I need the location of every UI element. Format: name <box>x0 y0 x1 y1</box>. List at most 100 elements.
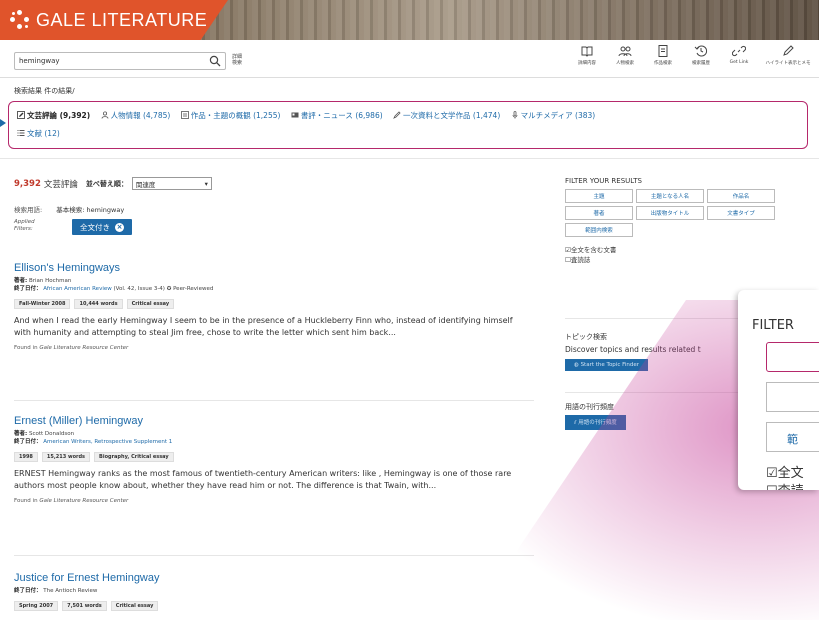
search-input[interactable] <box>15 53 205 69</box>
tool-work-search[interactable]: 作品検索 <box>649 44 677 66</box>
sort-value: 関連度 <box>135 180 156 189</box>
sort-select[interactable]: 関連度 ▾ <box>131 177 212 190</box>
results-count-line: 9,392 文芸評論 並べ替え順： 関連度 ▾ <box>14 177 212 190</box>
filter-buttons: 主題 主題となる人名 作品名 著者 出版物タイトル 文書タイプ 範囲内検索 <box>565 189 819 237</box>
filter-person-button[interactable]: 主題となる人名 <box>636 189 704 203</box>
result-tag: 7,501 words <box>62 601 107 611</box>
result-found-in: Found in Gale Literature Resource Center <box>14 345 129 351</box>
zoom-title: FILTER <box>752 318 794 333</box>
filter-doctype-button[interactable]: 文書タイプ <box>707 206 775 220</box>
peer-reviewed-checkbox[interactable]: ☐査読誌 <box>565 255 819 265</box>
gale-logo-icon <box>10 10 30 30</box>
filter-subject-button[interactable]: 主題 <box>565 189 633 203</box>
filter-panel-title: FILTER YOUR RESULTS <box>565 177 642 185</box>
content-type-overview[interactable]: 作品・主題の概観 (1,255) <box>180 107 280 125</box>
term-frequency-button[interactable]: ⫽ 用語の刊行頻度 <box>565 415 626 430</box>
content-type-multimedia[interactable]: マルチメディア (383) <box>511 107 595 125</box>
tool-label: Get Link <box>729 60 749 65</box>
search-icon[interactable] <box>209 55 221 67</box>
tool-search-history[interactable]: 検索履歴 <box>687 44 715 66</box>
search-box <box>14 52 226 70</box>
result-author: Brian Hochman <box>28 278 72 284</box>
result-meta: 著者: Scott Donaldson 終了日付： American Write… <box>14 431 173 445</box>
quill-icon <box>393 111 401 119</box>
zoom-peer-check[interactable]: ☐査読 <box>766 480 804 490</box>
tool-label: 詳細内容 <box>578 61 596 66</box>
result-tags: Spring 2007 7,501 words Critical essay <box>14 601 534 611</box>
tool-label: ハイライト表示とメモ <box>765 61 811 66</box>
result-meta: 終了日付： The Antioch Review <box>14 588 98 594</box>
filter-publication-button[interactable]: 出版物タイトル <box>636 206 704 220</box>
result-tags: 1998 15,213 words Biography, Critical es… <box>14 452 534 462</box>
result-tag: Critical essay <box>126 299 175 309</box>
filter-within-search-button[interactable]: 範囲内検索 <box>565 223 633 237</box>
result-tag: 10,444 words <box>74 299 123 309</box>
caret-down-icon: ▾ <box>204 179 208 188</box>
peer-reviewed-label: Peer-Reviewed <box>173 286 214 292</box>
advanced-search-link[interactable]: 詳細検索 <box>232 54 246 66</box>
result-source[interactable]: The Antioch Review <box>43 588 97 594</box>
result-item: Ernest (Miller) Hemingway 著者: Scott Dona… <box>14 415 534 504</box>
filter-author-button[interactable]: 著者 <box>565 206 633 220</box>
content-type-criticism[interactable]: 文芸評論 (9,392) <box>17 107 90 125</box>
topic-finder-button[interactable]: ◍ Start the Topic Finder <box>565 359 649 371</box>
tool-highlight-notes[interactable]: ハイライト表示とメモ <box>763 44 813 66</box>
zoom-fulltext-check[interactable]: ☑全文 <box>766 462 804 481</box>
applied-filter-chip[interactable]: 全文付き × <box>72 219 132 235</box>
result-title[interactable]: Ernest (Miller) Hemingway <box>14 415 534 427</box>
result-title[interactable]: Ellison's Hemingways <box>14 262 534 274</box>
result-found-in: Found in Gale Literature Resource Center <box>14 498 129 504</box>
content-type-bar: 文芸評論 (9,392) 人物情報 (4,785) 作品・主題の概観 (1,25… <box>8 101 808 149</box>
toolbar: 詳細検索 詳細内容 人物検索 作品検索 検索履歴 Get Link ハイライト表… <box>0 40 819 78</box>
breadcrumb: 検索結果 件の結果/ <box>14 87 75 95</box>
result-tag: 15,213 words <box>41 452 91 462</box>
microphone-icon <box>512 111 518 119</box>
people-icon <box>618 46 632 57</box>
content-type-primary-sources[interactable]: 一次資料と文学作品 (1,474) <box>393 107 500 125</box>
result-divider <box>14 400 534 401</box>
result-divider <box>14 555 534 556</box>
content-type-bibliography[interactable]: 文献 (12) <box>17 125 60 143</box>
tool-details[interactable]: 詳細内容 <box>573 44 601 66</box>
result-source-link[interactable]: American Writers, Retrospective Suppleme… <box>43 439 172 445</box>
sort-label: 並べ替え順： <box>85 179 128 188</box>
result-item: Ellison's Hemingways 著者: Brian Hochman 終… <box>14 262 534 351</box>
result-source-link[interactable]: African American Review <box>43 286 111 292</box>
filter-checks: ☑全文を含む文書 ☐査読誌 <box>565 245 819 265</box>
divider <box>0 158 819 159</box>
result-tag: 1998 <box>14 452 38 462</box>
search-terms: 検索用語: 基本検索: hemingway <box>14 204 124 214</box>
checked-box-icon: ☑ <box>766 466 778 481</box>
tool-get-link[interactable]: Get Link <box>725 44 753 66</box>
pen-icon <box>783 45 794 56</box>
brand-logo[interactable]: GALE LITERATURE <box>0 0 228 40</box>
filter-chip-label: 全文付き <box>80 222 110 232</box>
result-meta: 著者: Brian Hochman 終了日付： African American… <box>14 278 214 292</box>
magnified-filter-panel: FILTER 範 ☑全文 ☐査読 <box>738 290 819 490</box>
tool-person-search[interactable]: 人物検索 <box>611 44 639 66</box>
search-terms-label: 検索用語: <box>14 206 43 214</box>
book-icon <box>581 46 593 57</box>
result-tag: Fall-Winter 2008 <box>14 299 71 309</box>
zoom-filter-button[interactable]: 範 <box>766 422 819 452</box>
tool-label: 人物検索 <box>616 61 634 66</box>
fulltext-checkbox[interactable]: ☑全文を含む文書 <box>565 245 819 255</box>
content-type-reviews-news[interactable]: 書評・ニュース (6,986) <box>291 107 383 125</box>
content-type-biography[interactable]: 人物情報 (4,785) <box>101 107 170 125</box>
results-type-label: 文芸評論 <box>43 179 78 190</box>
zoom-filter-button[interactable] <box>766 382 819 412</box>
result-author: Scott Donaldson <box>28 431 75 437</box>
pointer-arrow-icon <box>0 119 6 127</box>
filter-work-button[interactable]: 作品名 <box>707 189 775 203</box>
close-icon[interactable]: × <box>115 222 124 232</box>
result-title[interactable]: Justice for Ernest Hemingway <box>14 572 534 584</box>
overview-icon <box>180 111 189 119</box>
tool-label: 検索履歴 <box>692 61 710 66</box>
document-icon <box>658 45 668 57</box>
history-icon <box>694 45 707 57</box>
header-banner: GALE LITERATURE <box>0 0 819 40</box>
zoom-filter-button[interactable] <box>766 342 819 372</box>
link-icon <box>732 45 746 57</box>
check-badge-icon: ✪ <box>166 286 172 292</box>
edit-box-icon <box>17 111 25 119</box>
